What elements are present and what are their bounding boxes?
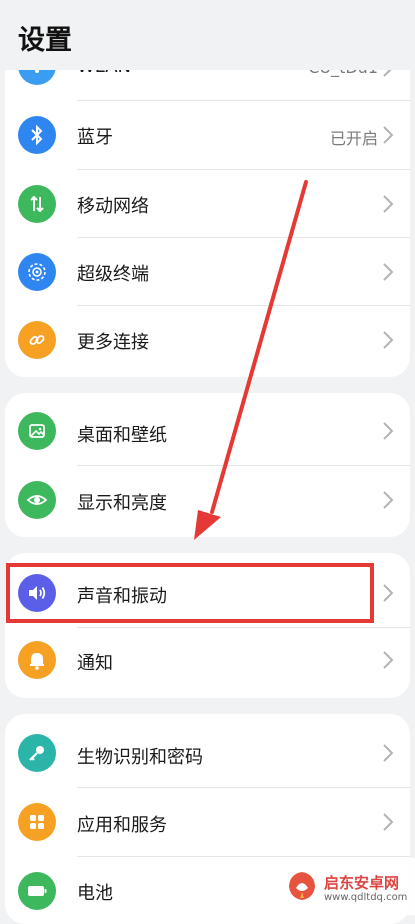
watermark: 启东安卓网 www.qdltdq.com xyxy=(276,858,415,915)
link-icon xyxy=(18,321,56,359)
chevron-right-icon xyxy=(383,744,394,762)
page-title: 设置 xyxy=(18,25,72,56)
super-device-icon xyxy=(18,253,56,291)
highlight-box xyxy=(6,563,374,623)
chevron-right-icon xyxy=(383,422,394,440)
eye-icon xyxy=(18,481,56,519)
settings-item-label: 更多连接 xyxy=(77,332,149,353)
bluetooth-icon xyxy=(18,116,56,154)
chevron-right-icon xyxy=(383,263,394,281)
chevron-right-icon xyxy=(383,813,394,831)
settings-item-display[interactable]: 显示和亮度 xyxy=(5,466,410,534)
watermark-name: 启东安卓网 xyxy=(324,874,400,892)
watermark-url: www.qdltdq.com xyxy=(324,892,408,903)
mobile-data-icon xyxy=(18,185,56,223)
settings-item-notifications[interactable]: 通知 xyxy=(5,628,410,696)
settings-item-label: 电池 xyxy=(77,883,113,904)
settings-item-bluetooth[interactable]: 蓝牙 已开启 xyxy=(5,101,410,169)
header: 设置 xyxy=(0,0,415,70)
settings-item-label: 应用和服务 xyxy=(77,815,167,836)
bluetooth-status: 已开启 xyxy=(329,129,378,148)
settings-item-biometrics[interactable]: 生物识别和密码 xyxy=(5,719,410,787)
settings-item-super-device[interactable]: 超级终端 xyxy=(5,238,410,306)
bell-icon xyxy=(18,641,56,679)
settings-item-more-connections[interactable]: 更多连接 xyxy=(5,306,410,374)
settings-item-label: 生物识别和密码 xyxy=(77,747,203,768)
settings-item-label: 显示和亮度 xyxy=(77,493,167,514)
chevron-right-icon xyxy=(383,331,394,349)
settings-item-wallpaper[interactable]: 桌面和壁纸 xyxy=(5,397,410,465)
settings-item-label: 桌面和壁纸 xyxy=(77,425,167,446)
watermark-logo-icon xyxy=(289,872,315,900)
apps-icon xyxy=(18,803,56,841)
chevron-right-icon xyxy=(383,584,394,602)
settings-item-label: 通知 xyxy=(77,653,113,674)
settings-item-apps[interactable]: 应用和服务 xyxy=(5,788,410,856)
settings-item-mobile-network[interactable]: 移动网络 xyxy=(5,170,410,238)
chevron-right-icon xyxy=(383,491,394,509)
display-card: 桌面和壁纸 显示和亮度 xyxy=(5,393,410,537)
battery-icon xyxy=(18,872,56,910)
settings-item-label: 移动网络 xyxy=(77,196,149,217)
chevron-right-icon xyxy=(383,126,394,144)
chevron-right-icon xyxy=(383,195,394,213)
wallpaper-icon xyxy=(18,412,56,450)
settings-item-label: 超级终端 xyxy=(77,264,149,285)
settings-item-label: 蓝牙 xyxy=(77,127,113,148)
network-card: WLAN CU_tDu1 蓝牙 已开启 移动网络 超级终端 更多连接 xyxy=(5,32,410,377)
key-icon xyxy=(18,734,56,772)
chevron-right-icon xyxy=(383,651,394,669)
